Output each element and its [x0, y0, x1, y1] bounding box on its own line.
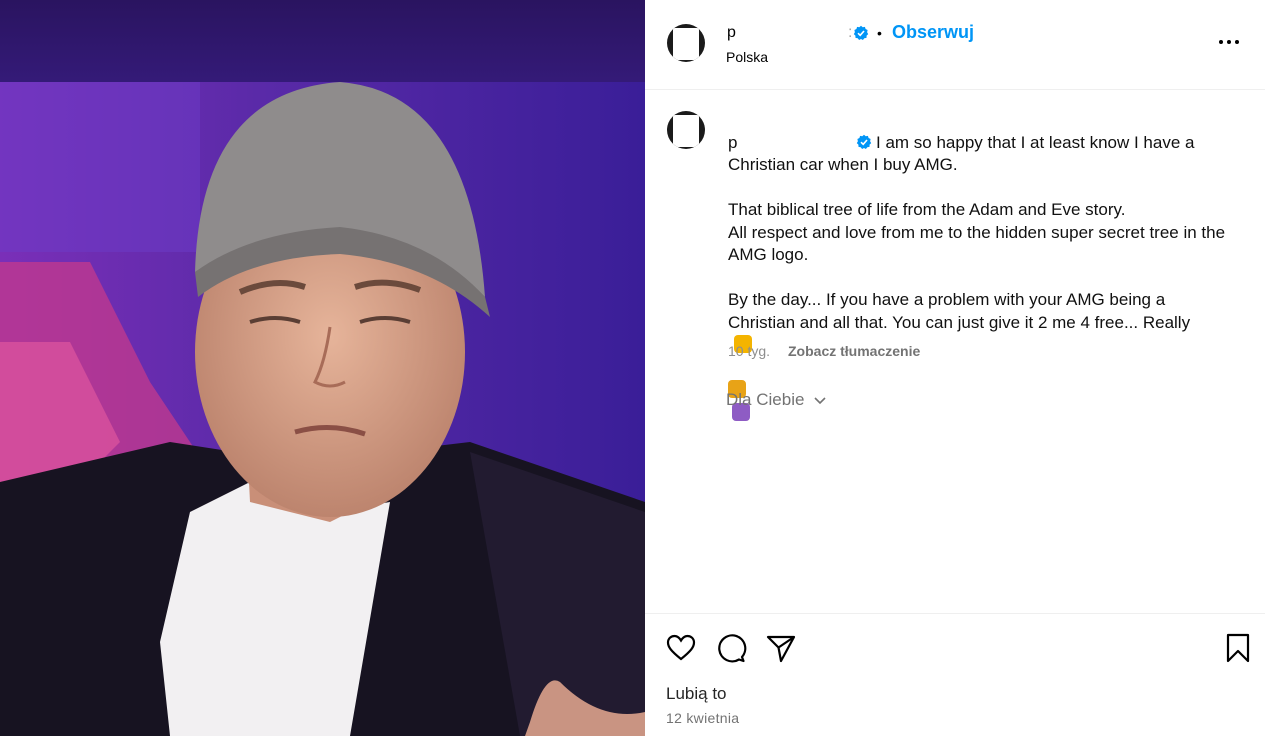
username-colon: :: [848, 24, 853, 41]
post-header: p : • Obserwuj Polska: [645, 0, 1265, 90]
verified-badge-icon: [853, 25, 869, 40]
bookmark-icon[interactable]: [1222, 632, 1254, 664]
comment-icon[interactable]: [715, 632, 747, 664]
for-you-label: Dla Ciebie: [726, 390, 805, 409]
post-photo: [0, 82, 645, 736]
caption-author-avatar[interactable]: [667, 111, 705, 149]
follow-button[interactable]: Obserwuj: [892, 22, 974, 43]
caption-text: I am so happy that I at least know I hav…: [728, 132, 1226, 332]
media-letterbox: [0, 0, 645, 82]
post-location[interactable]: Polska: [726, 49, 768, 65]
chevron-down-icon: [814, 397, 826, 405]
caption: p I am so happy that I at least know I h…: [728, 109, 1228, 424]
author-username[interactable]: p: [727, 24, 736, 42]
see-translation-button[interactable]: Zobacz tłumaczenie: [788, 343, 920, 359]
likes-label[interactable]: Lubią to: [666, 684, 727, 704]
post-details-panel: p : • Obserwuj Polska p I am so happy th…: [645, 0, 1265, 736]
share-icon[interactable]: [765, 632, 797, 664]
more-options-icon[interactable]: [1217, 30, 1241, 54]
author-avatar[interactable]: [667, 24, 705, 62]
caption-time[interactable]: 10 tyg.: [728, 343, 770, 359]
post-date[interactable]: 12 kwietnia: [666, 710, 739, 726]
follow-separator: •: [877, 25, 882, 41]
caption-username[interactable]: p: [728, 132, 856, 155]
for-you-dropdown[interactable]: Dla Ciebie: [726, 390, 827, 410]
heart-icon[interactable]: [665, 632, 697, 664]
post-actions: Lubią to 12 kwietnia: [645, 613, 1265, 737]
post-media[interactable]: [0, 0, 645, 736]
verified-badge-icon: [856, 134, 872, 149]
